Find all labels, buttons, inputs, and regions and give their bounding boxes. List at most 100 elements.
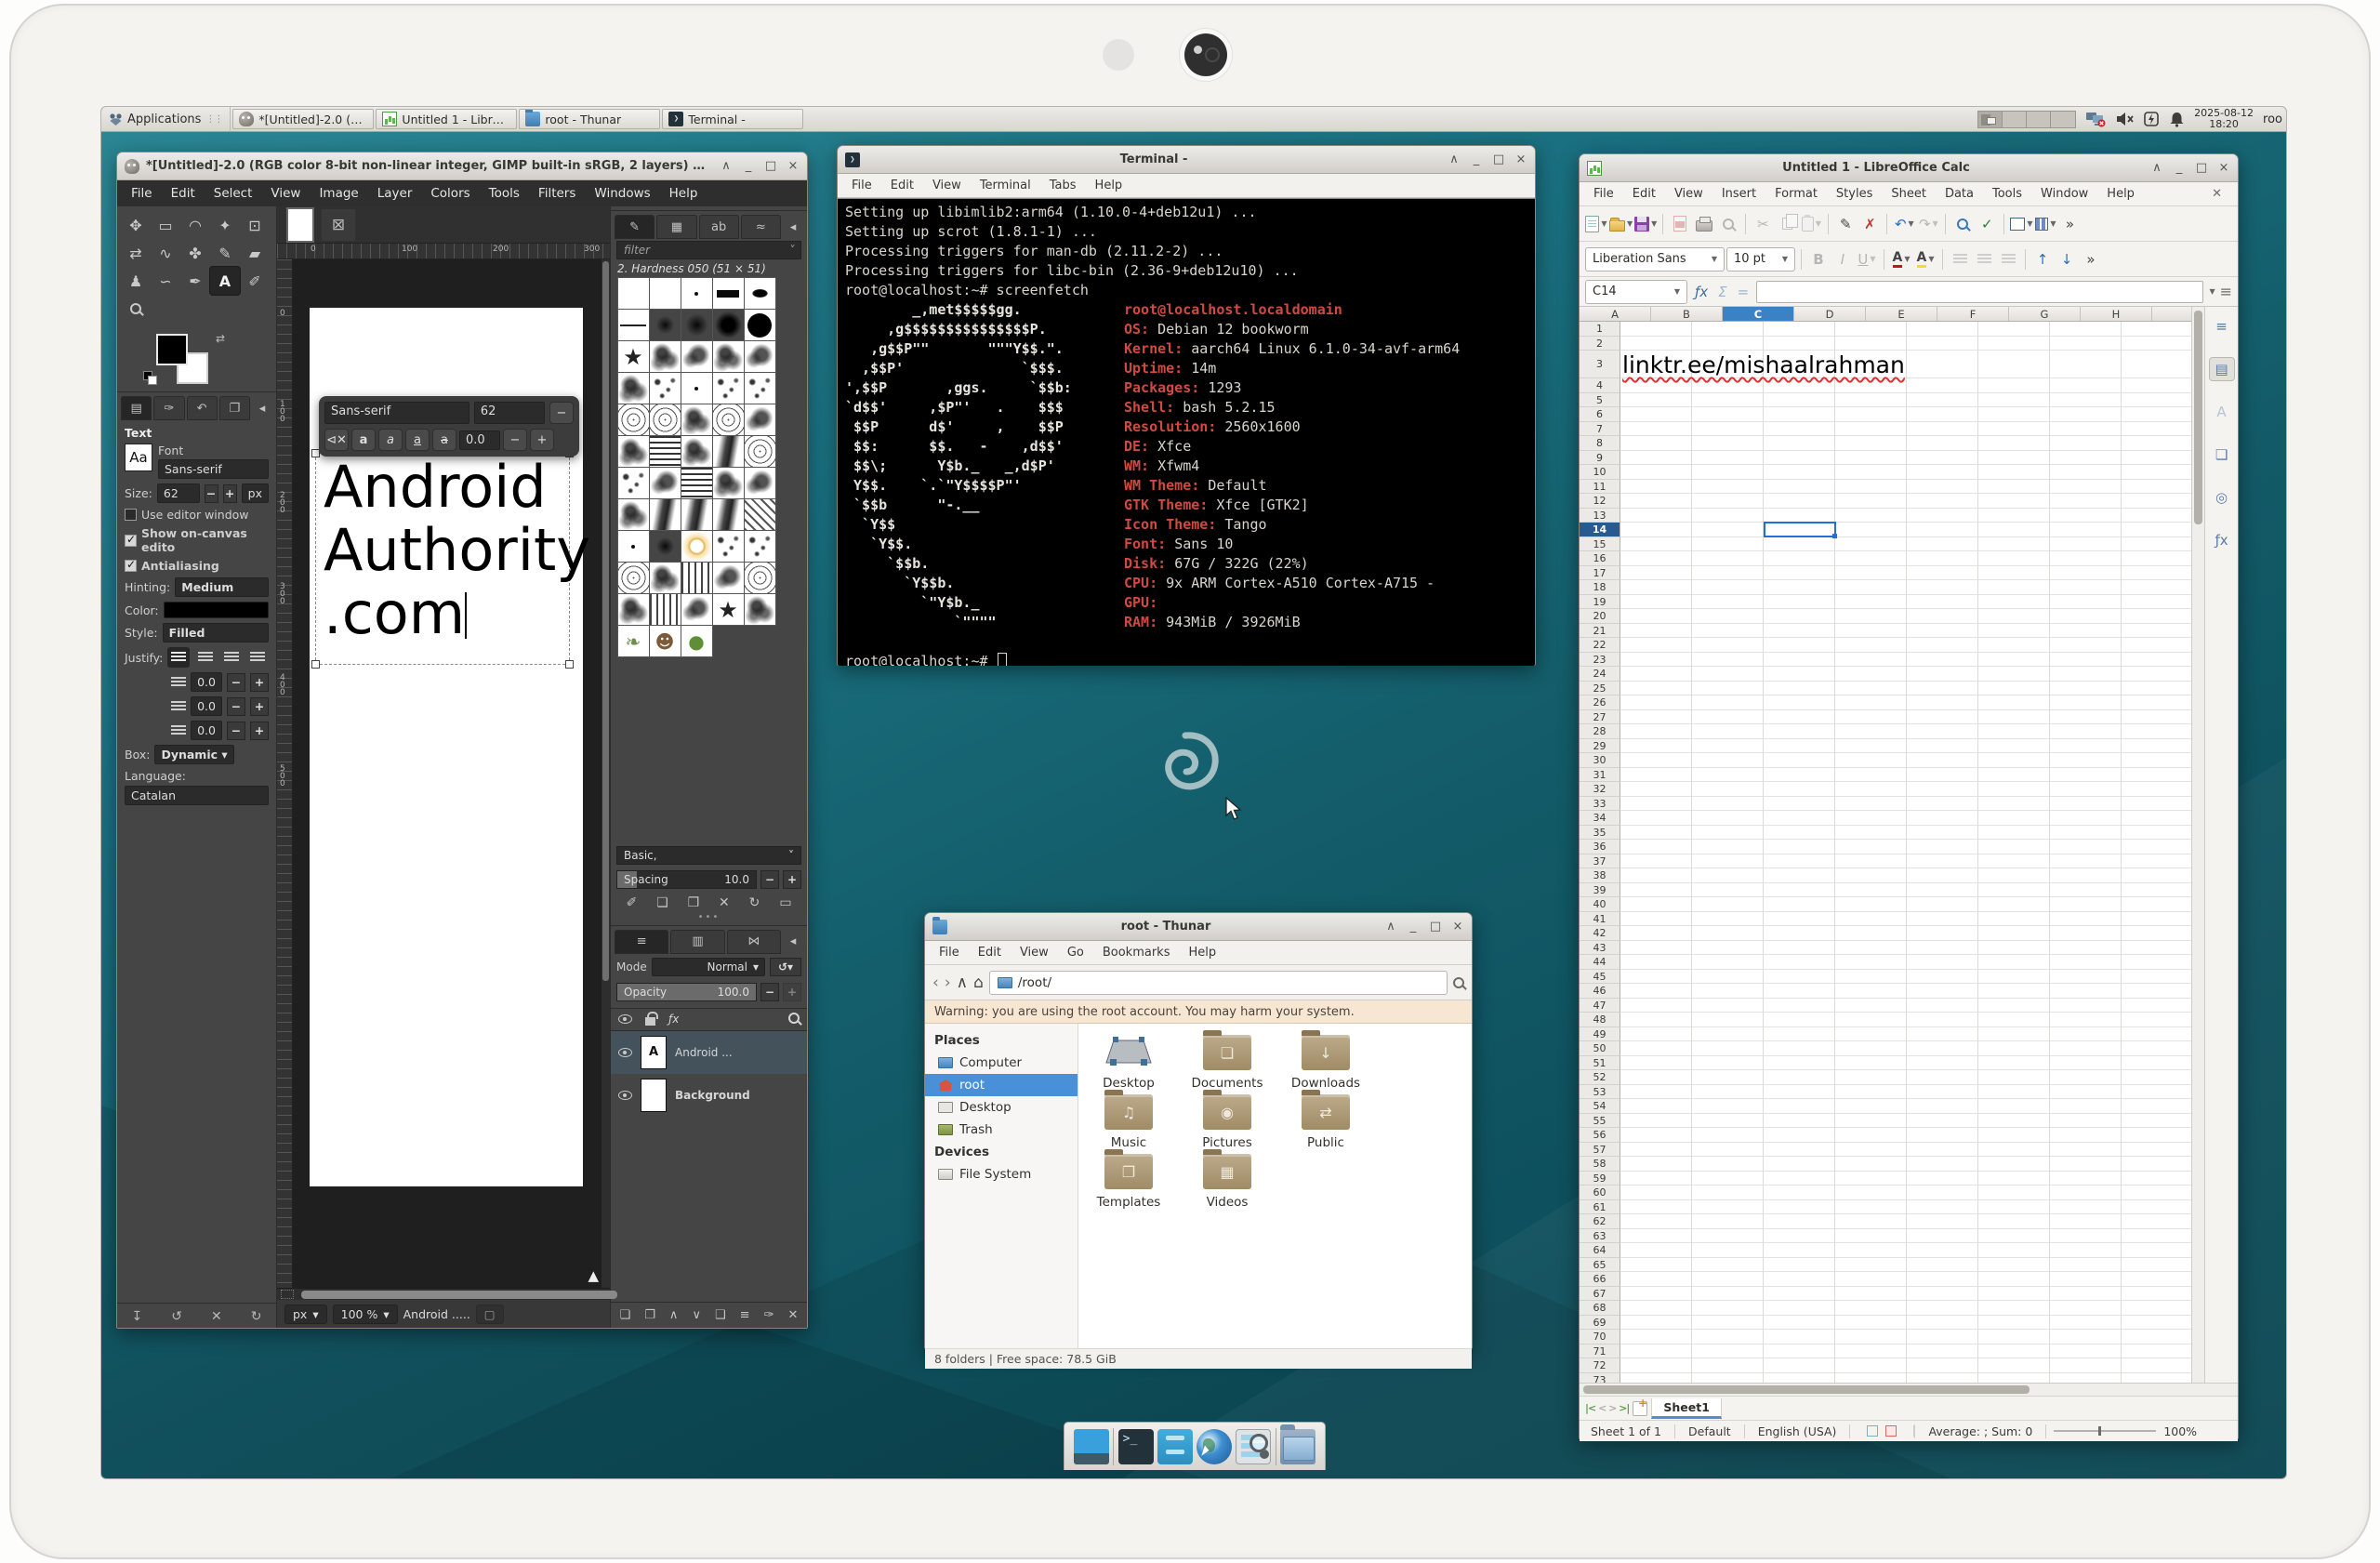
row-header-16[interactable]: 16 xyxy=(1580,551,1620,566)
row-header-34[interactable]: 34 xyxy=(1580,811,1620,826)
italic-button[interactable]: a xyxy=(378,429,403,451)
thunar-menu-go[interactable]: Go xyxy=(1059,943,1092,962)
column-header-D[interactable]: D xyxy=(1794,307,1866,321)
brush-splat2[interactable] xyxy=(681,594,712,625)
shade-button[interactable]: ∧ xyxy=(1384,920,1397,934)
minimize-button[interactable]: _ xyxy=(2173,161,2186,175)
sidebar-item-file-system[interactable]: File System xyxy=(925,1163,1078,1185)
row-header-28[interactable]: 28 xyxy=(1580,724,1620,739)
brush-splat2[interactable] xyxy=(681,341,712,372)
tool-text[interactable]: A xyxy=(210,267,240,295)
brush-soft[interactable] xyxy=(650,310,681,340)
visibility-icon[interactable] xyxy=(618,1091,632,1100)
brush-vert[interactable] xyxy=(681,563,712,593)
brush-blank[interactable] xyxy=(650,278,681,309)
brush-ring[interactable] xyxy=(681,531,712,562)
workspace-switcher[interactable] xyxy=(1977,111,2076,128)
tool-bucket-fill[interactable]: ✤ xyxy=(180,239,210,267)
brush-splat2[interactable] xyxy=(745,468,775,498)
terminal-menu-edit[interactable]: Edit xyxy=(882,176,922,195)
row-header-51[interactable]: 51 xyxy=(1580,1056,1620,1071)
overlay-size-decrement[interactable]: − xyxy=(549,402,574,424)
tool-color-picker[interactable]: ✐ xyxy=(240,267,270,295)
calc-menu-tools[interactable]: Tools xyxy=(1984,184,2030,204)
color-swatches[interactable]: ⇄ xyxy=(139,330,276,388)
terminal-titlebar[interactable]: ❯ Terminal - ∧_□× xyxy=(838,146,1535,174)
hinting-dropdown[interactable]: Medium xyxy=(175,577,269,597)
row-header-30[interactable]: 30 xyxy=(1580,753,1620,768)
column-header-F[interactable]: F xyxy=(1937,307,2009,321)
undo-button[interactable]: ↶▼ xyxy=(1893,212,1915,236)
dock-terminal-launcher[interactable]: >_ xyxy=(1118,1429,1154,1464)
dock-app-finder-launcher[interactable] xyxy=(1236,1429,1271,1464)
open-button[interactable]: ▼ xyxy=(1609,212,1633,236)
row-header-21[interactable]: 21 xyxy=(1580,624,1620,639)
row-header-1[interactable]: 1 xyxy=(1580,322,1620,337)
canvas-page[interactable]: Sans-serif 62 − ⊲✕ a a a a xyxy=(310,308,583,1186)
gimp-menu-layer[interactable]: Layer xyxy=(369,183,421,204)
brush-smear[interactable] xyxy=(713,499,744,530)
clear-formatting-button[interactable]: ⊲✕ xyxy=(324,429,349,451)
unit-dropdown[interactable]: px ▾ xyxy=(284,1305,327,1324)
brush-disc[interactable] xyxy=(745,310,775,340)
brush-dot[interactable] xyxy=(618,531,649,562)
row-header-69[interactable]: 69 xyxy=(1580,1316,1620,1331)
shade-button[interactable]: ∧ xyxy=(2150,161,2163,175)
terminal-prompt[interactable]: root@localhost:~# xyxy=(845,652,1527,666)
row-header-13[interactable]: 13 xyxy=(1580,509,1620,523)
row-header-65[interactable]: 65 xyxy=(1580,1258,1620,1273)
brush-bar[interactable] xyxy=(713,278,744,309)
dock-file-manager-launcher[interactable] xyxy=(1280,1429,1316,1464)
print-button[interactable] xyxy=(1693,212,1715,236)
terminal-menu-view[interactable]: View xyxy=(924,176,970,195)
row-header-39[interactable]: 39 xyxy=(1580,883,1620,898)
row-header-49[interactable]: 49 xyxy=(1580,1027,1620,1042)
export-pdf-button[interactable] xyxy=(1669,212,1691,236)
spacing-increment[interactable]: + xyxy=(783,870,801,889)
checkbox-use-editor-window[interactable] xyxy=(125,509,137,521)
zoom-percent[interactable]: 100% xyxy=(2163,1424,2197,1438)
brush-leaf[interactable]: ❧ xyxy=(618,626,649,656)
print-preview-button[interactable] xyxy=(1717,212,1739,236)
overlay-spacing-increment[interactable]: + xyxy=(530,429,554,451)
formula-expand-icon[interactable]: ▼ xyxy=(2209,287,2215,296)
row-header-35[interactable]: 35 xyxy=(1580,826,1620,841)
volume-muted-icon[interactable] xyxy=(2115,111,2134,127)
column-header-A[interactable]: A xyxy=(1580,307,1651,321)
row-header-15[interactable]: 15 xyxy=(1580,537,1620,552)
row-header-60[interactable]: 60 xyxy=(1580,1185,1620,1200)
gimp-merge-layer-icon[interactable]: ≡ xyxy=(740,1308,750,1322)
spinner-increment[interactable]: + xyxy=(250,697,269,716)
brush-soft2[interactable] xyxy=(681,310,712,340)
close-button[interactable]: × xyxy=(1451,920,1464,934)
terminal-menu-terminal[interactable]: Terminal xyxy=(972,176,1039,195)
swap-colors-icon[interactable]: ⇄ xyxy=(216,332,225,345)
cell-text-a3[interactable]: linktr.ee/mishaalrahman xyxy=(1622,351,1905,378)
gimp-delete-brush-icon[interactable]: ✕ xyxy=(719,895,730,910)
gimp-restore-options-icon[interactable]: ↺ xyxy=(171,1309,182,1324)
gimp-menu-colors[interactable]: Colors xyxy=(422,183,478,204)
justify-fill-button[interactable] xyxy=(247,647,269,668)
gimp-device-status-icon[interactable]: ✑ xyxy=(153,396,184,420)
spacing-decrement[interactable]: − xyxy=(760,870,779,889)
file-item-music[interactable]: ♫Music xyxy=(1084,1094,1173,1150)
gimp-delete-layer-icon[interactable]: ✕ xyxy=(788,1308,799,1322)
file-item-videos[interactable]: ▦Videos xyxy=(1183,1154,1272,1210)
font-name-combo[interactable]: Liberation Sans▼ xyxy=(1585,247,1725,272)
back-button[interactable]: ‹ xyxy=(932,974,939,992)
overlay-font-field[interactable]: Sans-serif xyxy=(324,402,469,424)
underline-button[interactable]: U▼ xyxy=(1856,247,1878,272)
spelling-button[interactable]: ✓ xyxy=(1976,212,1998,236)
spinner-decrement[interactable]: − xyxy=(227,697,245,716)
row-header-7[interactable]: 7 xyxy=(1580,422,1620,437)
overlay-size-field[interactable]: 62 xyxy=(474,402,545,424)
brush-net[interactable] xyxy=(618,563,649,593)
column-header-E[interactable]: E xyxy=(1866,307,1937,321)
brush-wilber[interactable]: ☻ xyxy=(650,626,681,656)
image-tab-close[interactable]: ⊠ xyxy=(322,209,355,241)
brush-dot[interactable] xyxy=(681,278,712,309)
row-header-27[interactable]: 27 xyxy=(1580,710,1620,725)
clone-formatting-button[interactable]: ✎ xyxy=(1834,212,1857,236)
row-header-33[interactable]: 33 xyxy=(1580,797,1620,812)
more-format-button[interactable]: » xyxy=(2080,247,2102,272)
